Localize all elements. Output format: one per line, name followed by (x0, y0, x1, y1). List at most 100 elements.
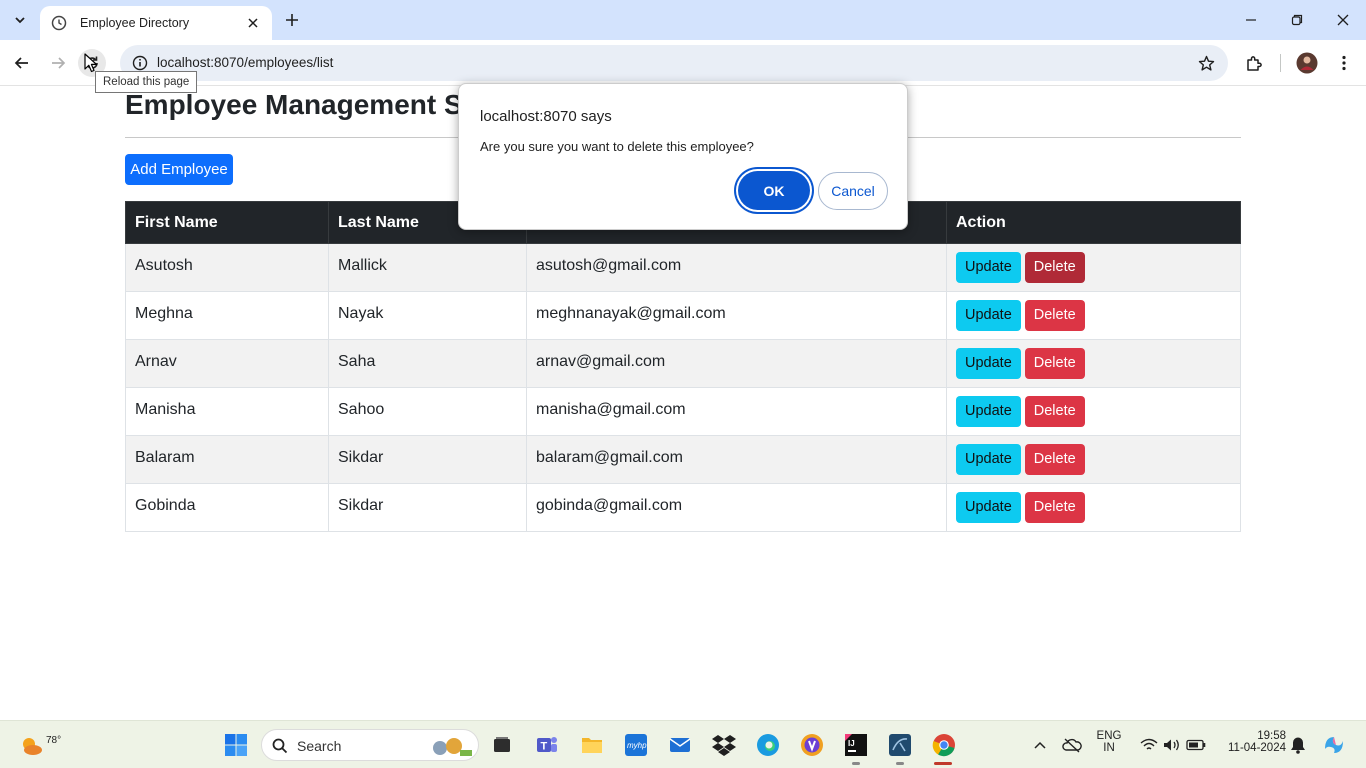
address-bar[interactable]: localhost:8070/employees/list (120, 45, 1228, 81)
svg-text:IJ: IJ (848, 739, 855, 748)
close-tab-icon[interactable] (244, 14, 262, 32)
first-name-cell: Balaram (125, 435, 329, 484)
delete-button[interactable]: Delete (1024, 492, 1085, 523)
close-window-button[interactable] (1320, 0, 1366, 40)
weather-sun-icon (23, 738, 42, 755)
close-icon (1337, 14, 1349, 26)
profile-avatar[interactable] (1293, 49, 1321, 77)
first-name-cell: Manisha (125, 387, 329, 436)
notification-bell-icon[interactable] (1282, 729, 1314, 761)
update-button[interactable]: Update (956, 492, 1021, 523)
table-row: Gobinda Sikdar gobinda@gmail.com Update D… (125, 483, 1241, 532)
active-indicator (934, 762, 952, 765)
battery-icon[interactable] (1180, 729, 1212, 761)
show-hidden-icons-button[interactable] (1024, 729, 1056, 761)
action-cell: Update Delete (946, 483, 1241, 532)
toolbar-divider (1280, 54, 1281, 72)
column-header-first-name: First Name (125, 201, 329, 244)
browser-tab-strip: Employee Directory (0, 0, 1366, 40)
forward-button[interactable] (44, 49, 72, 77)
start-button[interactable] (220, 729, 252, 761)
onedrive-icon[interactable] (1056, 729, 1088, 761)
action-cell: Update Delete (946, 387, 1241, 436)
taskbar-search[interactable]: Search (261, 729, 479, 761)
browser-tab[interactable]: Employee Directory (40, 6, 272, 40)
language-region: IN (1103, 742, 1115, 754)
puzzle-icon (1247, 56, 1262, 71)
tab-search-button[interactable] (6, 6, 34, 34)
first-name-cell: Meghna (125, 291, 329, 340)
table-row: Meghna Nayak meghnanayak@gmail.com Updat… (125, 291, 1241, 340)
delete-button[interactable]: Delete (1024, 396, 1085, 427)
table-row: Manisha Sahoo manisha@gmail.com Update De… (125, 387, 1241, 436)
table-row: Balaram Sikdar balaram@gmail.com Update D… (125, 435, 1241, 484)
delete-button[interactable]: Delete (1024, 348, 1085, 379)
back-button[interactable] (8, 49, 36, 77)
last-name-cell: Sahoo (328, 387, 527, 436)
browser-app-icon[interactable] (796, 729, 828, 761)
avatar-icon (1296, 52, 1318, 74)
restore-icon (1291, 14, 1303, 26)
table-row: Arnav Saha arnav@gmail.com Update Delete (125, 339, 1241, 388)
mouse-cursor-icon (84, 53, 98, 73)
weather-temperature: 78° (46, 735, 62, 746)
dropbox-icon[interactable] (708, 729, 740, 761)
windows-taskbar: 78° Search T myhp IJ ENG IN 19:58 11-04-… (0, 720, 1366, 768)
minimize-button[interactable] (1228, 0, 1274, 40)
restore-button[interactable] (1274, 0, 1320, 40)
add-employee-button[interactable]: Add Employee (125, 154, 233, 185)
search-highlight-icon (433, 738, 472, 756)
teams-icon[interactable]: T (531, 729, 563, 761)
site-info-icon[interactable] (130, 53, 150, 73)
new-tab-button[interactable] (280, 8, 304, 32)
dialog-message: Are you sure you want to delete this emp… (480, 139, 754, 154)
intellij-icon[interactable]: IJ (840, 729, 872, 761)
first-name-cell: Asutosh (125, 243, 329, 292)
update-button[interactable]: Update (956, 348, 1021, 379)
edge-icon[interactable] (752, 729, 784, 761)
update-button[interactable]: Update (956, 252, 1021, 283)
action-cell: Update Delete (946, 243, 1241, 292)
chrome-menu-button[interactable] (1330, 49, 1358, 77)
clock[interactable]: 19:58 11-04-2024 (1214, 730, 1286, 754)
bookmark-star-icon[interactable] (1196, 53, 1216, 73)
last-name-cell: Mallick (328, 243, 527, 292)
update-button[interactable]: Update (956, 300, 1021, 331)
clock-time: 19:58 (1257, 730, 1286, 742)
running-indicator (896, 762, 904, 765)
plus-icon (286, 14, 298, 26)
delete-button[interactable]: Delete (1024, 300, 1085, 331)
chrome-icon[interactable] (928, 729, 960, 761)
update-button[interactable]: Update (956, 444, 1021, 475)
chevron-up-icon (1034, 741, 1046, 749)
email-cell: arnav@gmail.com (526, 339, 947, 388)
mysql-workbench-icon[interactable] (884, 729, 916, 761)
update-button[interactable]: Update (956, 396, 1021, 427)
first-name-cell: Gobinda (125, 483, 329, 532)
email-cell: manisha@gmail.com (526, 387, 947, 436)
email-cell: asutosh@gmail.com (526, 243, 947, 292)
ok-button[interactable]: OK (738, 171, 810, 210)
mail-icon[interactable] (664, 729, 696, 761)
dialog-title: localhost:8070 says (480, 108, 612, 125)
column-header-action: Action (946, 201, 1241, 244)
copilot-icon[interactable] (1318, 729, 1350, 761)
page-title: Employee Management Sy (125, 89, 479, 120)
arrow-left-icon (14, 57, 28, 69)
delete-button[interactable]: Delete (1024, 252, 1085, 283)
task-view-icon[interactable] (486, 729, 518, 761)
url-text[interactable]: localhost:8070/employees/list (157, 55, 333, 70)
file-explorer-icon[interactable] (576, 729, 608, 761)
arrow-right-icon (52, 57, 66, 69)
extensions-button[interactable] (1240, 49, 1268, 77)
weather-widget[interactable]: 78° (14, 727, 61, 763)
email-cell: balaram@gmail.com (526, 435, 947, 484)
last-name-cell: Sikdar (328, 483, 527, 532)
email-cell: meghnanayak@gmail.com (526, 291, 947, 340)
delete-button[interactable]: Delete (1024, 444, 1085, 475)
table-row: Asutosh Mallick asutosh@gmail.com Update… (125, 243, 1241, 292)
action-cell: Update Delete (946, 435, 1241, 484)
language-indicator[interactable]: ENG IN (1092, 730, 1126, 754)
cancel-button[interactable]: Cancel (818, 172, 888, 210)
myhp-icon[interactable]: myhp (620, 729, 652, 761)
